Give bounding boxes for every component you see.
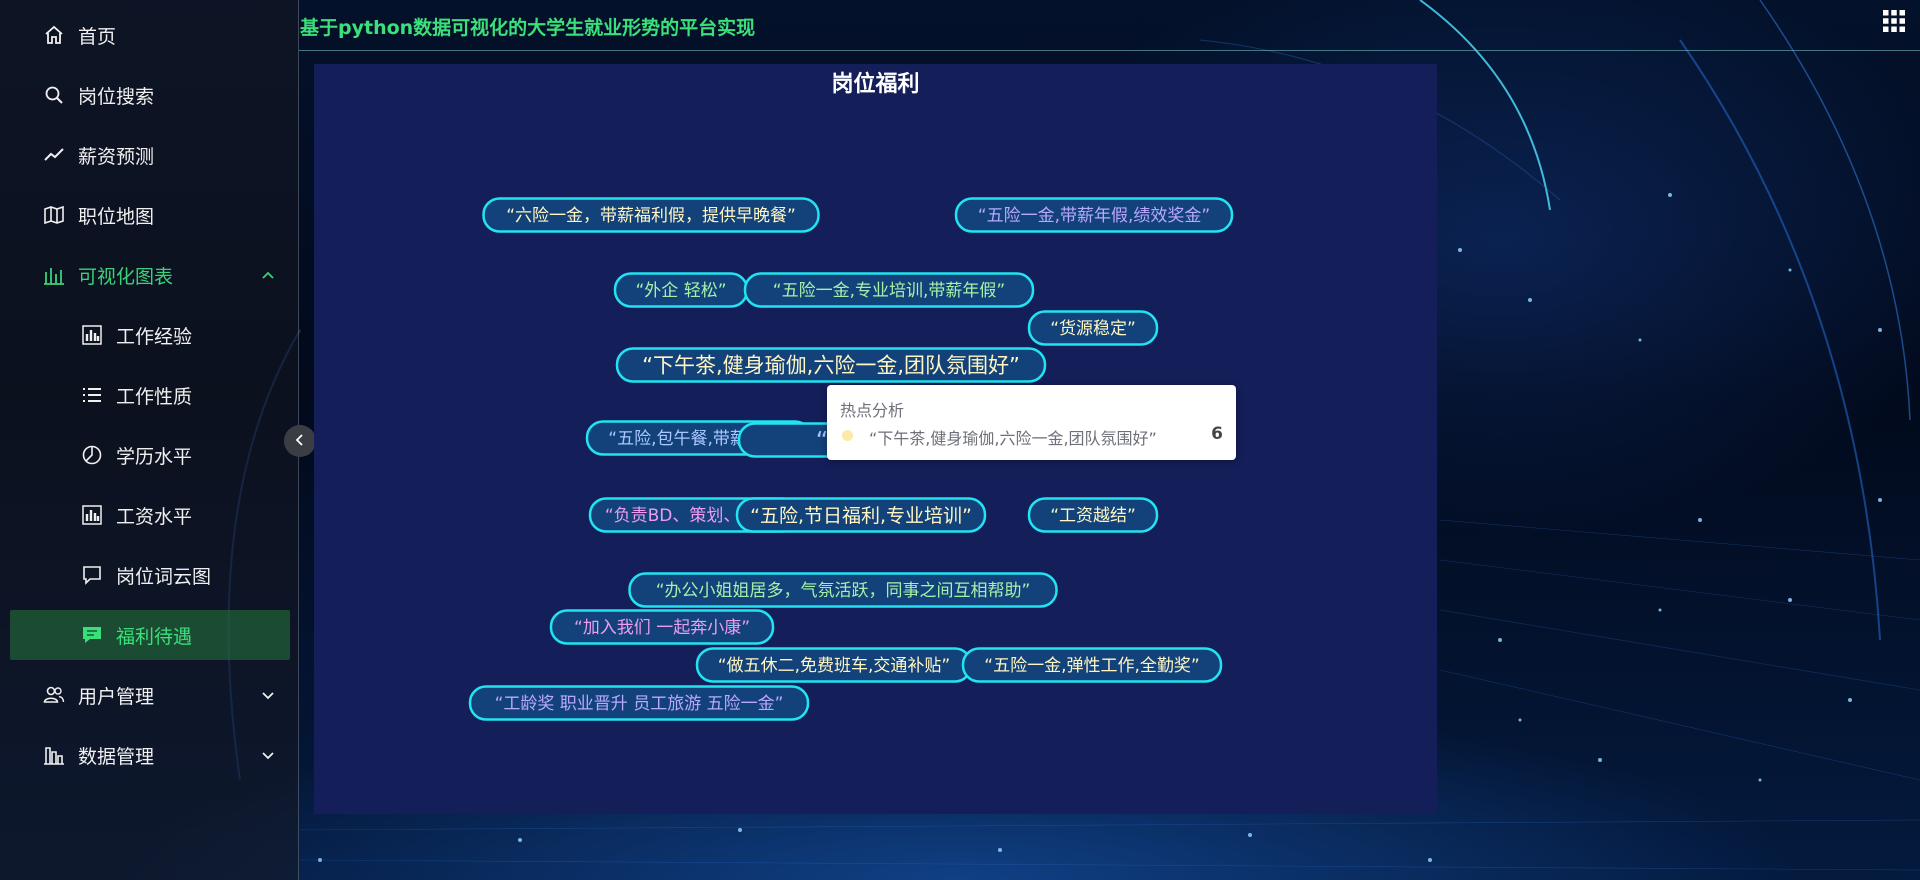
data-icon — [42, 743, 66, 767]
tooltip-name: “下午茶,健身瑜伽,六险一金,团队氛围好” — [869, 429, 1157, 448]
sidebar-item-label: 数据管理 — [78, 745, 155, 768]
sidebar-item-salary-level[interactable]: 工资水平 — [10, 490, 290, 540]
search-icon — [42, 83, 66, 107]
word-tag-text: “五险一金,专业培训,带薪年假” — [773, 281, 1005, 301]
word-tag-text: “五险一金,弹性工作,全勤奖” — [984, 656, 1199, 676]
sidebar-item-label: 用户管理 — [78, 685, 155, 708]
sidebar-item-label: 薪资预测 — [78, 145, 155, 168]
word-tag[interactable]: “五险一金,带薪年假,绩效奖金” — [954, 197, 1234, 233]
word-tag-text: “工龄奖 职业晋升 员工旅游 五险一金” — [495, 694, 784, 714]
chevron-left-icon — [293, 432, 307, 451]
sidebar-item-label: 首页 — [78, 25, 117, 48]
word-tag[interactable]: “办公小姐姐居多，气氛活跃，同事之间互相帮助” — [628, 572, 1058, 608]
home-icon — [42, 23, 66, 47]
word-tag-text: “六险一金，带薪福利假，提供早晚餐” — [506, 206, 796, 226]
sidebar-collapse-button[interactable] — [284, 425, 316, 457]
word-tag[interactable]: “五险,节日福利,专业培训” — [735, 497, 987, 533]
chart-tooltip: 热点分析 “下午茶,健身瑜伽,六险一金,团队氛围好” 6 — [827, 385, 1236, 460]
sidebar-item-label: 职位地图 — [78, 205, 155, 228]
sidebar-item-data-management[interactable]: 数据管理 — [10, 730, 290, 780]
top-header: 基于python数据可视化的大学生就业形势的平台实现 — [299, 0, 1920, 51]
sidebar-item-salary-prediction[interactable]: 薪资预测 — [10, 130, 290, 180]
word-tag-text: “工资越结” — [1050, 506, 1136, 526]
sidebar-item-label: 福利待遇 — [116, 625, 193, 648]
chevron-down-icon — [260, 687, 276, 703]
word-tag[interactable]: “加入我们 一起奔小康” — [549, 609, 775, 645]
sidebar-item-work-experience[interactable]: 工作经验 — [10, 310, 290, 360]
word-tag[interactable]: “六险一金，带薪福利假，提供早晚餐” — [482, 197, 820, 233]
sidebar-item-label: 工作性质 — [116, 385, 193, 408]
sidebar-item-job-search[interactable]: 岗位搜索 — [10, 70, 290, 120]
word-tag-text: “办公小姐姐居多，气氛活跃，同事之间互相帮助” — [656, 581, 1031, 601]
chevron-up-icon — [260, 267, 276, 283]
sidebar-item-label: 岗位词云图 — [116, 565, 212, 588]
word-tag-text: “五险,节日福利,专业培训” — [750, 505, 972, 527]
map-icon — [42, 203, 66, 227]
sidebar-item-education[interactable]: 学历水平 — [10, 430, 290, 480]
tooltip-marker — [842, 430, 853, 441]
sidebar-item-charts[interactable]: 可视化图表 — [10, 250, 290, 300]
word-tag[interactable]: “做五休二,免费班车,交通补贴” — [695, 647, 973, 683]
sidebar: 首页 岗位搜索 薪资预测 职位地图 可视化图表 工作经验 工作性质 学历水平 工… — [0, 0, 299, 880]
sidebar-item-benefits[interactable]: 福利待遇 — [10, 610, 290, 660]
bar-chart-icon — [80, 503, 104, 527]
apps-grid-icon[interactable] — [1882, 9, 1906, 33]
bar-chart-icon — [80, 323, 104, 347]
sidebar-item-job-type[interactable]: 工作性质 — [10, 370, 290, 420]
bar-chart-icon — [42, 263, 66, 287]
word-tag-text: “货源稳定” — [1050, 319, 1136, 339]
app-title: 基于python数据可视化的大学生就业形势的平台实现 — [300, 17, 756, 39]
sidebar-item-user-management[interactable]: 用户管理 — [10, 670, 290, 720]
users-icon — [42, 683, 66, 707]
chevron-down-icon — [260, 747, 276, 763]
word-tag[interactable]: “外企 轻松” — [613, 272, 749, 308]
trend-icon — [42, 143, 66, 167]
sidebar-item-label: 工资水平 — [116, 505, 193, 528]
word-tag-text: “五险一金,带薪年假,绩效奖金” — [978, 206, 1210, 226]
chat-icon — [80, 623, 104, 647]
pie-chart-icon — [80, 443, 104, 467]
word-tag[interactable]: “工龄奖 职业晋升 员工旅游 五险一金” — [468, 685, 810, 721]
word-tag-text: “做五休二,免费班车,交通补贴” — [718, 656, 950, 676]
sidebar-item-label: 学历水平 — [116, 445, 193, 468]
sidebar-item-home[interactable]: 首页 — [10, 10, 290, 60]
word-tag-text: “外企 轻松” — [635, 281, 726, 301]
word-tag-text: “下午茶,健身瑜伽,六险一金,团队氛围好” — [642, 354, 1020, 378]
word-tag[interactable]: “工资越结” — [1027, 497, 1159, 533]
sidebar-item-word-cloud[interactable]: 岗位词云图 — [10, 550, 290, 600]
word-tag-text: “加入我们 一起奔小康” — [574, 618, 750, 638]
comment-icon — [80, 563, 104, 587]
list-icon — [80, 383, 104, 407]
word-tag[interactable]: “五险一金,专业培训,带薪年假” — [743, 272, 1035, 308]
sidebar-item-label: 岗位搜索 — [78, 85, 155, 108]
tooltip-value: 6 — [1211, 424, 1223, 444]
sidebar-item-label: 工作经验 — [116, 325, 193, 348]
tooltip-title: 热点分析 — [840, 401, 905, 420]
word-tag[interactable]: “五险一金,弹性工作,全勤奖” — [961, 647, 1223, 683]
word-tag[interactable]: “货源稳定” — [1027, 310, 1159, 346]
sidebar-item-label: 可视化图表 — [78, 265, 174, 288]
sidebar-item-job-map[interactable]: 职位地图 — [10, 190, 290, 240]
word-tag[interactable]: “下午茶,健身瑜伽,六险一金,团队氛围好” — [615, 347, 1047, 383]
